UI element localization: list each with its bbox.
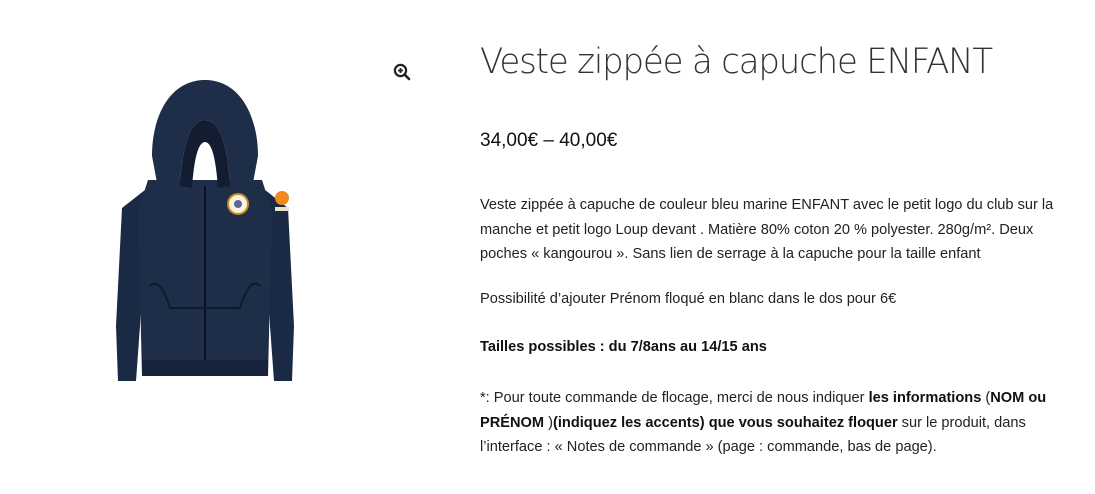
product-title: Veste zippée à capuche ENFANT <box>480 42 993 82</box>
order-note-line: PRÉNOM )(indiquez les accents) que vous … <box>480 411 1070 436</box>
note-bold: PRÉNOM <box>480 414 545 431</box>
note-text: *: Pour toute commande de flocage, merci… <box>480 390 869 406</box>
description-line: manche et petit logo Loup devant . Matiè… <box>480 221 1034 238</box>
product-description: Veste zippée à capuche de couleur bleu m… <box>480 193 1070 267</box>
order-note-line: l’interface : « Notes de commande » (pag… <box>480 439 937 455</box>
order-note-line: *: Pour toute commande de flocage, merci… <box>480 386 1070 411</box>
description-line: Veste zippée à capuche de couleur bleu m… <box>480 197 1054 213</box>
order-note: *: Pour toute commande de flocage, merci… <box>480 386 1070 460</box>
product-gallery <box>0 0 430 494</box>
note-bold: (indiquez les accents) que vous souhaite… <box>552 414 898 431</box>
product-image[interactable] <box>100 76 310 396</box>
note-text: sur le produit, dans <box>897 414 1026 431</box>
note-text: ( <box>981 390 991 406</box>
zoom-in-icon[interactable] <box>392 62 412 82</box>
note-bold: NOM ou <box>990 390 1047 406</box>
name-option-text: Possibilité d’ajouter Prénom floqué en b… <box>480 291 897 307</box>
product-price: 34,00€ – 40,00€ <box>480 130 618 151</box>
sizes-text: Tailles possibles : du 7/8ans au 14/15 a… <box>480 339 767 355</box>
note-bold: les informations <box>868 390 982 406</box>
note-text: ) <box>544 414 553 431</box>
description-line: poches « kangourou ». Sans lien de serra… <box>480 246 981 262</box>
